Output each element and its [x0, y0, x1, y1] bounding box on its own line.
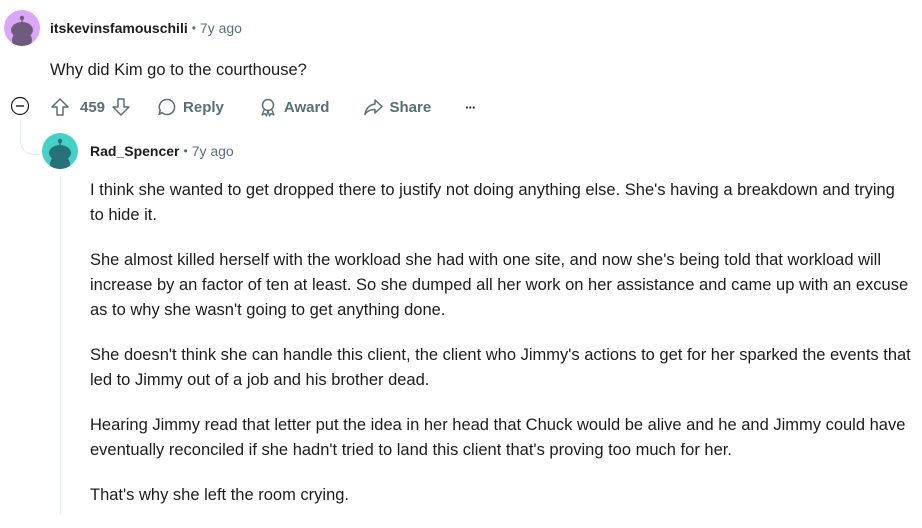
collapse-button[interactable] [10, 96, 30, 121]
reply-comment-body: I think she wanted to get dropped there … [90, 178, 912, 528]
reply-username[interactable]: Rad_Spencer [90, 143, 179, 159]
reply-thread-line [60, 176, 61, 514]
parent-comment-text: Why did Kim go to the courthouse? [50, 61, 307, 79]
snoo-avatar-icon [11, 15, 33, 46]
share-arrow-icon [363, 97, 384, 117]
timestamp[interactable]: 7y ago [200, 20, 242, 36]
separator: • [191, 21, 196, 35]
comment-paragraph: I think she wanted to get dropped there … [90, 181, 895, 224]
thread-elbow [20, 118, 41, 155]
action-bar: 459 Reply Award Share ··· [50, 96, 476, 118]
share-label: Share [389, 98, 432, 116]
vote-count: 459 [80, 98, 106, 116]
share-button[interactable]: Share [363, 97, 431, 117]
more-options-button[interactable]: ··· [465, 100, 476, 115]
comment-paragraph: That's why she left the room crying. [90, 486, 350, 504]
comment-paragraph: She almost killed herself with the workl… [90, 251, 909, 319]
comment-bubble-icon [157, 97, 177, 117]
comment-paragraph: Hearing Jimmy read that letter put the i… [90, 416, 906, 459]
parent-meta: itskevinsfamouschili • 7y ago [50, 20, 242, 36]
collapse-icon [10, 96, 30, 116]
username[interactable]: itskevinsfamouschili [50, 20, 188, 36]
downvote-icon[interactable] [111, 97, 131, 117]
reply-avatar[interactable] [42, 133, 78, 169]
reply-button[interactable]: Reply [157, 97, 224, 117]
reply-label: Reply [183, 98, 224, 116]
avatar[interactable] [4, 10, 40, 46]
comment-paragraph: She doesn't think she can handle this cl… [90, 346, 911, 389]
reply-timestamp[interactable]: 7y ago [192, 143, 234, 159]
snoo-avatar-icon [49, 138, 71, 169]
award-label: Award [283, 98, 330, 116]
award-icon [258, 97, 278, 117]
separator: • [183, 144, 188, 158]
reply-meta: Rad_Spencer • 7y ago [90, 143, 234, 159]
award-button[interactable]: Award [258, 97, 330, 117]
upvote-icon[interactable] [50, 97, 70, 117]
